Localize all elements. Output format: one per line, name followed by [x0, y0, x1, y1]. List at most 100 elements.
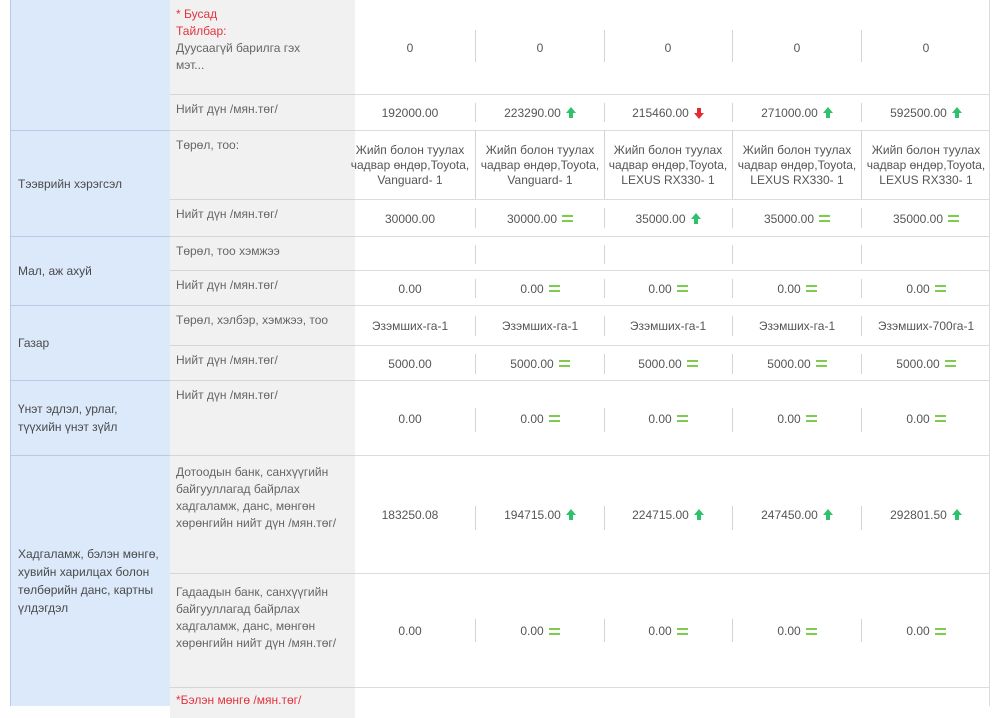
column-separator	[732, 30, 733, 62]
cell-text: 192000.00	[381, 106, 439, 120]
column-separator	[475, 279, 476, 298]
other-required-label: * Бусад	[176, 7, 218, 21]
cell-text: 35000.00	[892, 211, 944, 226]
valuables-total-value: 0.00	[603, 381, 733, 456]
other-value: 0	[603, 0, 733, 95]
cell-text: 0	[922, 40, 930, 55]
cell-text: 215460.00	[632, 106, 689, 120]
trend-equal-icon	[805, 285, 817, 292]
label-domestic-savings: Дотоодын банк, санхүүгийн байгууллагад б…	[170, 456, 355, 574]
row-label: Төрөл, хэлбэр, хэмжээ, тоо	[176, 313, 329, 327]
row-label: Төрөл, тоо:	[176, 138, 240, 152]
vehicle-type-value: Жийп болон туулах чадвар өндөр,Toyota, V…	[345, 131, 475, 200]
land-type-value: Эзэмших-700га-1	[861, 306, 991, 346]
trend-up-icon	[693, 509, 704, 520]
cell-text: 5000.00	[896, 356, 940, 371]
land-total-value: 5000.00	[732, 346, 862, 381]
livestock-type-value	[603, 237, 733, 271]
trend-equal-icon	[686, 360, 698, 367]
vehicle-type-value: Жийп болон туулах чадвар өндөр,Toyota, V…	[475, 131, 605, 200]
column-separator	[604, 131, 605, 199]
column-separator	[732, 131, 733, 199]
trend-equal-icon	[676, 627, 688, 635]
other-total-value: 215460.00	[603, 95, 733, 131]
trend-up-icon	[951, 509, 962, 520]
label-foreign-savings: Гадаадын банк, санхүүгийн байгууллагад б…	[170, 574, 355, 688]
vehicle-total-value: 35000.00	[861, 200, 991, 237]
label-land-type: Төрөл, хэлбэр, хэмжээ, тоо	[170, 306, 355, 346]
category-label: Үнэт эдлэл, урлаг, түүхийн үнэт зүйл	[18, 402, 118, 434]
column-separator	[475, 245, 476, 264]
row-label: Төрөл, тоо хэмжээ	[176, 244, 280, 258]
column-separator	[861, 408, 862, 432]
cell-text: Эзэмших-га-1	[371, 319, 449, 333]
category-savings: Хадгаламж, бэлэн мөнгө, хувийн харилцах …	[10, 456, 170, 706]
cell-text: 5000.00	[510, 356, 554, 371]
land-type-value: Эзэмших-га-1	[603, 306, 733, 346]
land-type-value: Эзэмших-га-1	[732, 306, 862, 346]
cell-text: 0.00	[520, 281, 544, 296]
column-separator	[604, 408, 605, 432]
cell-text: Жийп болон туулах чадвар өндөр,Toyota, V…	[350, 143, 470, 187]
cell-text: 35000.00	[763, 211, 815, 226]
row-label: Нийт дүн /мян.төг/	[176, 207, 278, 221]
column-separator	[861, 103, 862, 122]
livestock-total-value: 0.00	[732, 271, 862, 306]
cell-text: 0.00	[777, 624, 801, 638]
domestic-savings-value: 224715.00	[603, 456, 733, 574]
cell-text: 0.00	[648, 281, 672, 296]
trend-down-icon	[693, 108, 704, 119]
land-type-value: Эзэмших-га-1	[475, 306, 605, 346]
category-label: Тээврийн хэрэгсэл	[18, 176, 123, 191]
column-separator	[604, 619, 605, 642]
vehicle-type-value: Жийп болон туулах чадвар өндөр,Toyota, L…	[732, 131, 862, 200]
column-separator	[732, 208, 733, 228]
label-land-total: Нийт дүн /мян.төг/	[170, 346, 355, 381]
category-label: Газар	[18, 336, 50, 350]
trend-equal-icon	[548, 627, 560, 635]
trend-up-icon	[565, 509, 576, 520]
label-vehicle-total: Нийт дүн /мян.төг/	[170, 200, 355, 237]
trend-equal-icon	[934, 415, 946, 422]
column-separator	[861, 316, 862, 336]
other-note-label: Тайлбар:	[176, 24, 227, 38]
column-separator	[861, 354, 862, 374]
domestic-savings-value: 194715.00	[475, 456, 605, 574]
cell-text: 5000.00	[638, 356, 682, 371]
cell-text: 292801.50	[890, 508, 947, 522]
column-separator	[604, 103, 605, 122]
cell-text: Жийп болон туулах чадвар өндөр,Toyota, L…	[737, 143, 857, 187]
column-separator	[732, 506, 733, 530]
column-separator	[732, 354, 733, 374]
column-separator	[861, 30, 862, 62]
cell-text: 223290.00	[504, 106, 561, 120]
row-label: Гадаадын банк, санхүүгийн байгууллагад б…	[176, 585, 337, 650]
category-label: Мал, аж ахуй	[18, 264, 92, 278]
column-separator	[861, 279, 862, 298]
category-label: Хадгаламж, бэлэн мөнгө, хувийн харилцах …	[18, 547, 159, 615]
cell-text: 183250.08	[381, 508, 439, 522]
valuables-total-value: 0.00	[345, 381, 475, 456]
label-valuables-total: Нийт дүн /мян.төг/	[170, 381, 355, 456]
column-separator	[732, 103, 733, 122]
trend-equal-icon	[676, 285, 688, 292]
category-valuables: Үнэт эдлэл, урлаг, түүхийн үнэт зүйл	[10, 381, 170, 456]
cell-text: 0	[793, 40, 801, 55]
cell-text: Эзэмших-га-1	[629, 319, 707, 333]
trend-equal-icon	[944, 360, 956, 367]
cell-text: 0.00	[398, 624, 422, 638]
livestock-type-value	[475, 237, 605, 271]
valuables-total-value: 0.00	[861, 381, 991, 456]
cell-text: 0	[406, 40, 414, 55]
cell-text: Эзэмших-га-1	[501, 319, 579, 333]
column-separator	[732, 408, 733, 432]
table-right-border	[989, 0, 990, 706]
trend-equal-icon	[815, 360, 827, 367]
row-label: Нийт дүн /мян.төг/	[176, 102, 278, 116]
trend-equal-icon	[934, 285, 946, 292]
vehicle-total-value: 35000.00	[732, 200, 862, 237]
cell-text: 0.00	[648, 624, 672, 638]
column-separator	[475, 506, 476, 530]
vehicle-type-value: Жийп болон туулах чадвар өндөр,Toyota, L…	[861, 131, 991, 200]
category-land: Газар	[10, 306, 170, 381]
